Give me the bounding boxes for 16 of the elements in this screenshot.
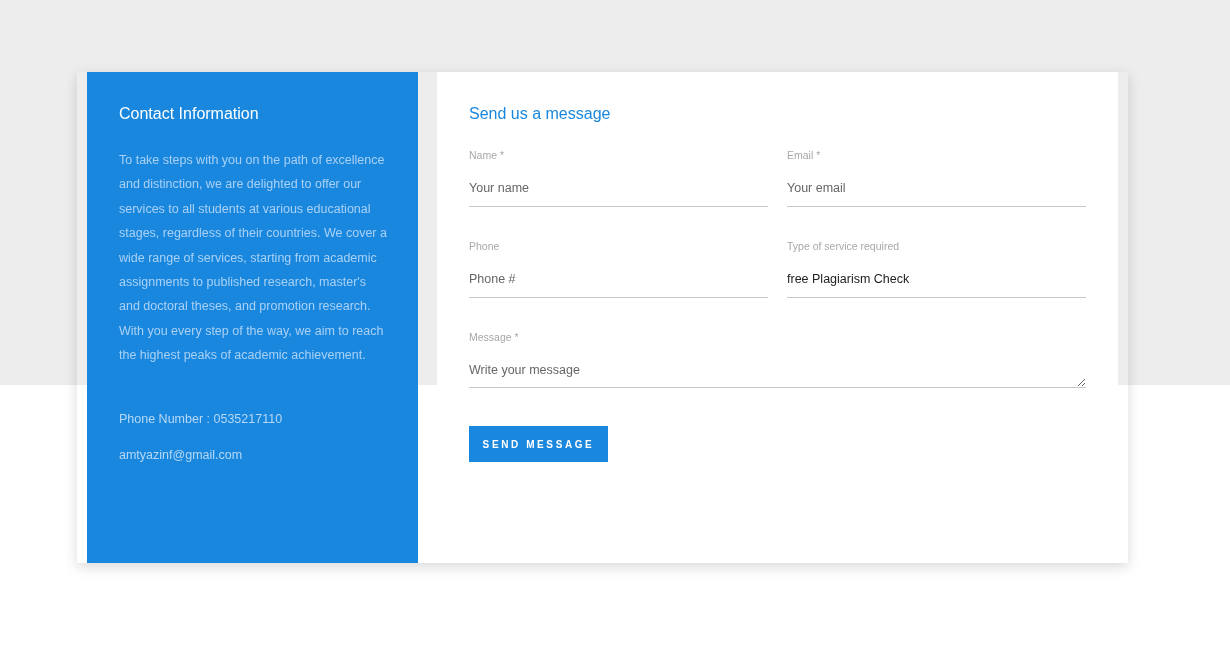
contact-description: To take steps with you on the path of excellence and distinction, we are delighted to offer our services to all students at various educational stages, regardless of their countries. We cover a wide range of services, starting from academic assignments to published research, master's and doctoral theses, and promotion research. With you every step of the way, we aim to reach the highest peaks of academic achievement.: [119, 152, 388, 365]
field-label: Email *: [787, 148, 822, 162]
send-message-button[interactable]: SEND MESSAGE: [469, 426, 608, 462]
field-label: Message *: [469, 330, 520, 344]
input-field[interactable]: Phone #: [469, 259, 768, 298]
message-field[interactable]: Write your message: [469, 350, 1086, 388]
field-label: Name *: [469, 148, 505, 162]
input-field[interactable]: Your name: [469, 168, 768, 207]
field-label: Phone: [469, 239, 501, 253]
input-field[interactable]: Your email: [787, 168, 1086, 207]
email-address: amtyazinf@gmail.com: [119, 446, 244, 464]
phone-number: Phone Number : 0535217110: [119, 410, 284, 428]
contact-info-title: Contact Information: [119, 104, 260, 124]
input-field[interactable]: free Plagiarism Check: [787, 259, 1086, 298]
field-label: Type of service required: [787, 239, 901, 253]
form-title: Send us a message: [469, 104, 612, 124]
